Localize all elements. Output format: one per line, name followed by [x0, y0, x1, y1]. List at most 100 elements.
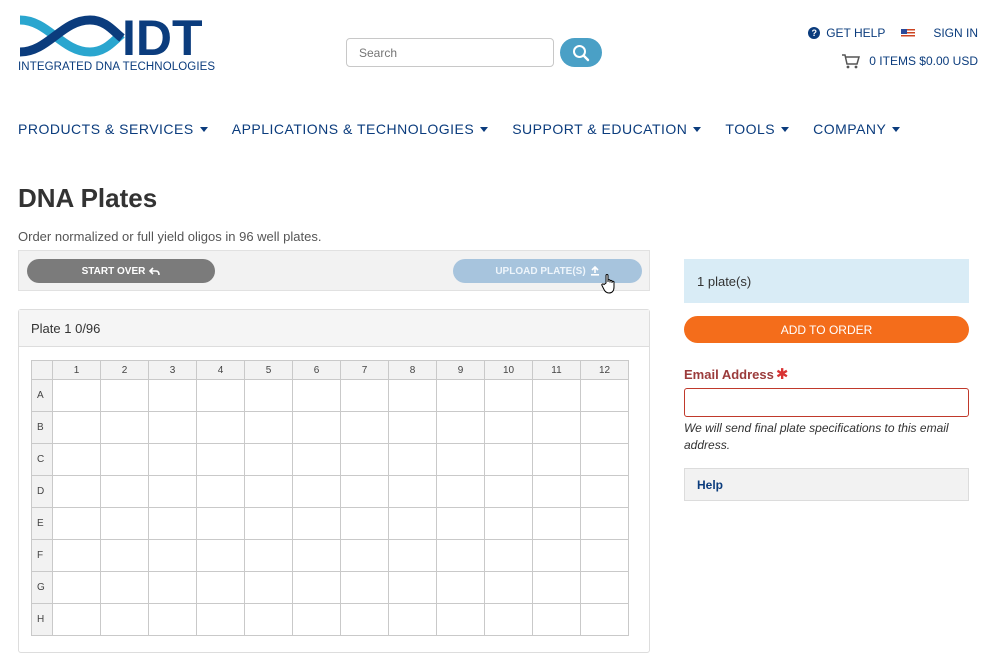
- plate-well[interactable]: [148, 571, 197, 604]
- plate-well[interactable]: [100, 475, 149, 508]
- plate-well[interactable]: [100, 443, 149, 476]
- plate-well[interactable]: [580, 475, 629, 508]
- plate-well[interactable]: [532, 411, 581, 444]
- plate-well[interactable]: [100, 411, 149, 444]
- plate-well[interactable]: [436, 379, 485, 412]
- plate-well[interactable]: [388, 539, 437, 572]
- plate-well[interactable]: [484, 443, 533, 476]
- plate-well[interactable]: [340, 411, 389, 444]
- plate-well[interactable]: [52, 571, 101, 604]
- plate-well[interactable]: [244, 539, 293, 572]
- plate-well[interactable]: [100, 379, 149, 412]
- plate-well[interactable]: [436, 475, 485, 508]
- plate-well[interactable]: [436, 507, 485, 540]
- plate-well[interactable]: [196, 475, 245, 508]
- plate-well[interactable]: [52, 379, 101, 412]
- plate-well[interactable]: [484, 603, 533, 636]
- plate-well[interactable]: [388, 443, 437, 476]
- plate-well[interactable]: [244, 603, 293, 636]
- plate-well[interactable]: [388, 507, 437, 540]
- plate-well[interactable]: [244, 475, 293, 508]
- plate-well[interactable]: [244, 507, 293, 540]
- plate-well[interactable]: [580, 603, 629, 636]
- plate-well[interactable]: [292, 571, 341, 604]
- nav-support-education[interactable]: SUPPORT & EDUCATION: [512, 121, 702, 137]
- plate-well[interactable]: [388, 475, 437, 508]
- plate-well[interactable]: [244, 571, 293, 604]
- plate-well[interactable]: [52, 411, 101, 444]
- plate-well[interactable]: [52, 443, 101, 476]
- plate-well[interactable]: [148, 475, 197, 508]
- nav-company[interactable]: COMPANY: [813, 121, 901, 137]
- nav-applications-technologies[interactable]: APPLICATIONS & TECHNOLOGIES: [232, 121, 489, 137]
- plate-well[interactable]: [100, 603, 149, 636]
- sign-in-link[interactable]: SIGN IN: [933, 26, 978, 40]
- plate-well[interactable]: [244, 443, 293, 476]
- plate-well[interactable]: [100, 539, 149, 572]
- add-to-order-button[interactable]: ADD TO ORDER: [684, 316, 969, 343]
- plate-well[interactable]: [100, 571, 149, 604]
- email-field[interactable]: [684, 388, 969, 417]
- plate-well[interactable]: [580, 411, 629, 444]
- plate-well[interactable]: [436, 603, 485, 636]
- plate-well[interactable]: [436, 539, 485, 572]
- plate-well[interactable]: [436, 411, 485, 444]
- plate-well[interactable]: [484, 571, 533, 604]
- plate-well[interactable]: [148, 443, 197, 476]
- plate-well[interactable]: [484, 507, 533, 540]
- plate-well[interactable]: [292, 379, 341, 412]
- plate-well[interactable]: [484, 411, 533, 444]
- plate-well[interactable]: [340, 539, 389, 572]
- plate-well[interactable]: [148, 603, 197, 636]
- us-flag-icon[interactable]: [901, 28, 916, 38]
- plate-well[interactable]: [532, 603, 581, 636]
- plate-well[interactable]: [292, 603, 341, 636]
- plate-well[interactable]: [484, 539, 533, 572]
- plate-well[interactable]: [244, 411, 293, 444]
- plate-well[interactable]: [292, 539, 341, 572]
- plate-well[interactable]: [580, 571, 629, 604]
- plate-well[interactable]: [52, 603, 101, 636]
- plate-well[interactable]: [532, 539, 581, 572]
- plate-well[interactable]: [148, 411, 197, 444]
- nav-products-services[interactable]: PRODUCTS & SERVICES: [18, 121, 208, 137]
- plate-well[interactable]: [580, 379, 629, 412]
- cart-link[interactable]: 0 ITEMS $0.00 USD: [841, 53, 978, 69]
- nav-tools[interactable]: TOOLS: [725, 121, 790, 137]
- plate-well[interactable]: [388, 379, 437, 412]
- plate-well[interactable]: [196, 411, 245, 444]
- start-over-button[interactable]: START OVER: [27, 259, 215, 283]
- plate-well[interactable]: [388, 603, 437, 636]
- search-input[interactable]: [346, 38, 554, 67]
- plate-well[interactable]: [340, 475, 389, 508]
- plate-well[interactable]: [148, 507, 197, 540]
- plate-well[interactable]: [532, 507, 581, 540]
- plate-well[interactable]: [436, 571, 485, 604]
- plate-well[interactable]: [292, 443, 341, 476]
- plate-well[interactable]: [340, 603, 389, 636]
- plate-well[interactable]: [292, 411, 341, 444]
- idt-logo[interactable]: IDT INTEGRATED DNA TECHNOLOGIES: [18, 14, 218, 76]
- plate-well[interactable]: [196, 571, 245, 604]
- plate-well[interactable]: [52, 539, 101, 572]
- help-link[interactable]: Help: [684, 468, 969, 501]
- plate-well[interactable]: [484, 379, 533, 412]
- plate-well[interactable]: [244, 379, 293, 412]
- plate-well[interactable]: [292, 475, 341, 508]
- plate-well[interactable]: [340, 507, 389, 540]
- plate-well[interactable]: [52, 475, 101, 508]
- plate-well[interactable]: [292, 507, 341, 540]
- plate-well[interactable]: [148, 539, 197, 572]
- plate-well[interactable]: [532, 571, 581, 604]
- plate-well[interactable]: [196, 379, 245, 412]
- plate-well[interactable]: [532, 475, 581, 508]
- plate-well[interactable]: [340, 443, 389, 476]
- plate-well[interactable]: [196, 603, 245, 636]
- plate-well[interactable]: [484, 475, 533, 508]
- get-help-link[interactable]: GET HELP: [826, 26, 885, 40]
- plate-well[interactable]: [580, 443, 629, 476]
- plate-well[interactable]: [532, 443, 581, 476]
- plate-well[interactable]: [436, 443, 485, 476]
- plate-well[interactable]: [340, 379, 389, 412]
- plate-well[interactable]: [532, 379, 581, 412]
